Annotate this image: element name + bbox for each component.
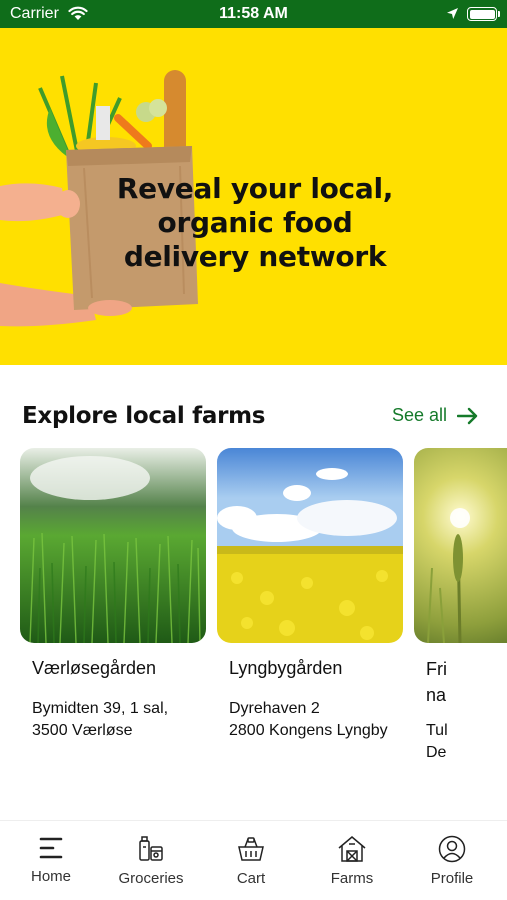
basket-icon — [238, 837, 264, 861]
tab-farms[interactable]: Farms — [302, 835, 402, 887]
farm-address-line1: Bymidten 39, 1 sal, — [32, 700, 169, 717]
status-time: 11:58 AM — [219, 5, 288, 22]
farm-photo — [414, 448, 507, 643]
tab-home[interactable]: Home — [1, 835, 101, 885]
status-bar: Carrier 11:58 AM — [0, 0, 507, 28]
farm-card[interactable]: Værløsegården Bymidten 39, 1 sal, 3500 V… — [20, 448, 206, 739]
tab-label: Cart — [236, 870, 266, 887]
farm-address: Dyrehaven 2 2800 Kongens Lyngby — [229, 698, 388, 742]
hero-title: Reveal your local, organic food delivery… — [116, 172, 394, 273]
farm-name: Lyngbygården — [229, 658, 343, 678]
tab-cart[interactable]: Cart — [201, 835, 301, 887]
farm-address-line2: 2800 Kongens Lyngby — [229, 722, 388, 739]
farm-address: Tul De — [426, 720, 456, 764]
farm-address-line2: De — [426, 744, 447, 761]
section-title: Explore local farms — [22, 403, 266, 429]
profile-icon — [438, 835, 466, 863]
see-all-label: See all — [392, 405, 448, 425]
farm-address-line1: Dyrehaven 2 — [229, 700, 320, 717]
tab-bar: Home Groceries Cart Farms Profile — [0, 820, 507, 900]
see-all-link[interactable]: See all — [392, 405, 479, 426]
farm-address-line1: Tul — [426, 722, 448, 739]
farm-name: Fri na — [426, 659, 447, 705]
tab-label: Farms — [330, 870, 374, 887]
tab-label: Home — [30, 868, 71, 885]
tab-groceries[interactable]: Groceries — [101, 835, 201, 887]
farm-photo — [217, 448, 403, 643]
groceries-icon — [139, 836, 163, 861]
farm-address: Bymidten 39, 1 sal, 3500 Værløse — [32, 698, 168, 742]
farm-photo — [20, 448, 206, 643]
farm-card[interactable]: Fri na Tul De — [414, 448, 507, 761]
tab-profile[interactable]: Profile — [402, 835, 502, 887]
home-menu-icon — [39, 837, 63, 859]
barn-icon — [338, 836, 366, 862]
farms-carousel[interactable]: Værløsegården Bymidten 39, 1 sal, 3500 V… — [0, 448, 507, 778]
battery-icon — [467, 7, 500, 21]
farm-address-line2: 3500 Værløse — [32, 722, 133, 739]
location-arrow-icon — [447, 8, 458, 19]
arrow-right-icon — [457, 407, 478, 424]
tab-label: Groceries — [118, 870, 184, 887]
tab-label: Profile — [430, 870, 474, 887]
hero-banner: Reveal your local, organic food delivery… — [0, 28, 507, 365]
farm-name: Værløsegården — [32, 658, 157, 678]
farm-card[interactable]: Lyngbygården Dyrehaven 2 2800 Kongens Ly… — [217, 448, 403, 739]
